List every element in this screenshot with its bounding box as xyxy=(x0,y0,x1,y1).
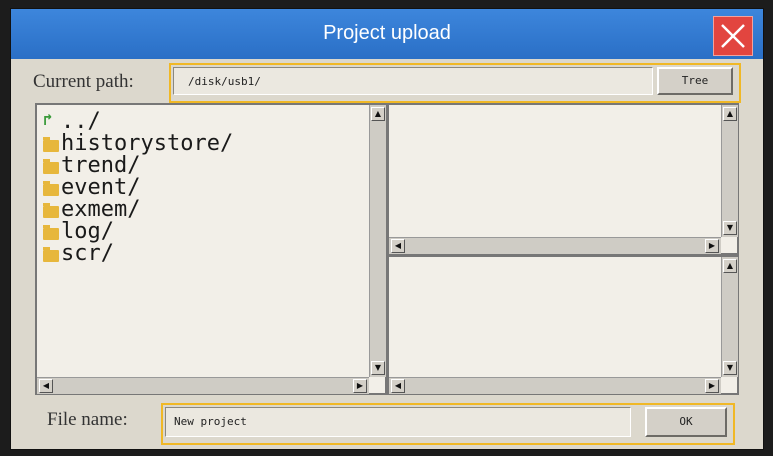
right-bottom-pane: ▲ ▼ ◀ ▶ xyxy=(387,255,739,395)
folder-icon xyxy=(43,203,59,218)
dialog-title: Project upload xyxy=(323,22,451,44)
list-item-label: historystore/ xyxy=(61,131,234,156)
list-item-label: scr/ xyxy=(61,241,114,266)
scroll-up-icon[interactable]: ▲ xyxy=(723,259,737,273)
up-arrow-icon: ↱ xyxy=(43,110,53,129)
scroll-down-icon[interactable]: ▼ xyxy=(371,361,385,375)
left-vertical-scrollbar[interactable]: ▲ ▼ xyxy=(369,105,386,377)
list-item-label: trend/ xyxy=(61,153,141,178)
folder-icon xyxy=(43,225,59,240)
right-top-horizontal-scrollbar[interactable]: ◀ ▶ xyxy=(389,237,721,254)
scroll-right-icon[interactable]: ▶ xyxy=(705,379,719,393)
file-name-field[interactable]: New project xyxy=(165,407,631,437)
tree-button[interactable]: Tree xyxy=(657,67,733,95)
scroll-up-icon[interactable]: ▲ xyxy=(371,107,385,121)
folder-icon xyxy=(43,137,59,152)
title-bar: Project upload xyxy=(11,9,763,59)
scroll-right-icon[interactable]: ▶ xyxy=(705,239,719,253)
close-button[interactable] xyxy=(713,16,753,56)
right-top-vertical-scrollbar[interactable]: ▲ ▼ xyxy=(721,105,738,237)
folder-icon xyxy=(43,181,59,196)
current-path-label: Current path: xyxy=(33,71,134,92)
folder-icon xyxy=(43,159,59,174)
scroll-left-icon[interactable]: ◀ xyxy=(391,239,405,253)
project-upload-dialog: Project upload Current path: /disk/usb1/… xyxy=(10,8,764,450)
scroll-down-icon[interactable]: ▼ xyxy=(723,221,737,235)
right-top-pane: ▲ ▼ ◀ ▶ xyxy=(387,103,739,255)
list-item-label: ../ xyxy=(61,109,101,134)
folder-icon xyxy=(43,247,59,262)
list-item-label: exmem/ xyxy=(61,197,141,222)
list-item-trend[interactable]: trend/ xyxy=(43,155,233,177)
ok-button[interactable]: OK xyxy=(645,407,727,437)
file-list: ↱ ../ historystore/ trend/ event/ exmem/ … xyxy=(43,109,233,265)
list-item-scr[interactable]: scr/ xyxy=(43,243,233,265)
file-name-label: File name: xyxy=(47,409,128,430)
list-item-parent[interactable]: ↱ ../ xyxy=(43,109,233,134)
list-item-exmem[interactable]: exmem/ xyxy=(43,199,233,221)
list-item-label: event/ xyxy=(61,175,141,200)
list-item-log[interactable]: log/ xyxy=(43,221,233,243)
scroll-down-icon[interactable]: ▼ xyxy=(723,361,737,375)
close-icon xyxy=(721,24,745,48)
current-path-field[interactable]: /disk/usb1/ xyxy=(173,67,653,95)
list-item-event[interactable]: event/ xyxy=(43,177,233,199)
scroll-right-icon[interactable]: ▶ xyxy=(353,379,367,393)
list-item-historystore[interactable]: historystore/ xyxy=(43,133,233,155)
list-item-label: log/ xyxy=(61,219,114,244)
right-bottom-horizontal-scrollbar[interactable]: ◀ ▶ xyxy=(389,377,721,394)
scroll-left-icon[interactable]: ◀ xyxy=(391,379,405,393)
right-bottom-vertical-scrollbar[interactable]: ▲ ▼ xyxy=(721,257,738,377)
left-horizontal-scrollbar[interactable]: ◀ ▶ xyxy=(37,377,369,394)
file-list-pane: ↱ ../ historystore/ trend/ event/ exmem/ … xyxy=(35,103,387,395)
scroll-up-icon[interactable]: ▲ xyxy=(723,107,737,121)
scroll-left-icon[interactable]: ◀ xyxy=(39,379,53,393)
